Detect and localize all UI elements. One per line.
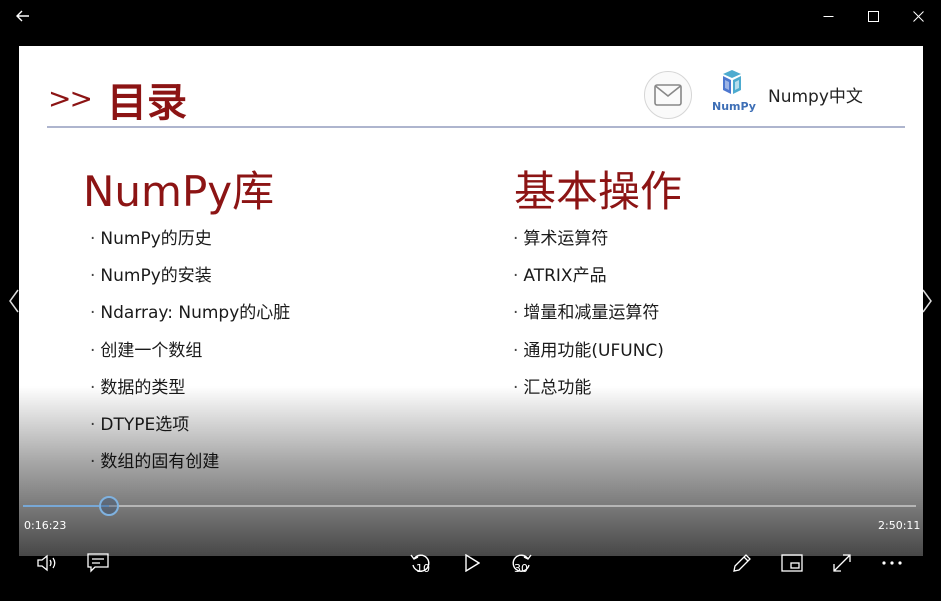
seek-bar-progress [23,505,109,507]
pen-icon [733,554,751,572]
video-area[interactable]: >> 目录 NumPy Numpy中文 NumPy库 NumPy的历史 NumP… [19,46,923,556]
list-item: 数组的固有创建 [90,447,290,484]
title-bar [0,0,941,32]
back-button[interactable] [0,0,46,32]
minimize-icon [823,15,833,17]
slide-title: 目录 [107,80,187,126]
list-item: NumPy的历史 [90,224,290,261]
minimize-button[interactable] [805,0,851,32]
subtitles-button[interactable] [82,549,114,577]
list-item: ATRIX产品 [513,261,664,298]
right-column-title: 基本操作 [514,167,683,216]
more-options-button[interactable] [876,549,908,577]
current-time: 0:16:23 [24,519,67,532]
play-button[interactable] [456,549,488,577]
fullscreen-button[interactable] [826,549,858,577]
play-icon [465,554,480,572]
left-column-list: NumPy的历史 NumPy的安装 Ndarray: Numpy的心脏 创建一个… [90,224,290,484]
header-divider [47,126,905,128]
slide: >> 目录 NumPy Numpy中文 NumPy库 NumPy的历史 NumP… [19,46,923,556]
chevron-right-icon [922,289,932,313]
more-icon [882,561,902,565]
seek-bar-thumb[interactable] [98,496,119,516]
list-item: 汇总功能 [513,373,664,410]
numpy-logo-text: NumPy [712,100,756,113]
volume-button[interactable] [32,549,64,577]
mini-view-icon [781,554,803,572]
skip-back-button[interactable]: 10 [405,549,437,577]
list-item: 增量和减量运算符 [513,298,664,335]
header-arrows: >> [48,82,93,115]
mini-view-button[interactable] [776,549,808,577]
seek-bar[interactable] [23,496,916,516]
right-column-list: 算术运算符 ATRIX产品 增量和减量运算符 通用功能(UFUNC) 汇总功能 [513,224,664,410]
brand-name: Numpy中文 [768,87,863,107]
close-icon [912,10,924,22]
left-column-title: NumPy库 [83,167,275,216]
list-item: DTYPE选项 [90,410,290,447]
list-item: 数据的类型 [90,373,290,410]
mail-icon [654,84,682,106]
edit-button[interactable] [726,549,758,577]
close-button[interactable] [895,0,941,32]
list-item: Ndarray: Numpy的心脏 [90,298,290,335]
total-time: 2:50:11 [878,519,921,532]
list-item: NumPy的安装 [90,261,290,298]
maximize-button[interactable] [850,0,896,32]
volume-icon [37,554,56,572]
skip-back-label: 10 [416,562,430,575]
list-item: 通用功能(UFUNC) [513,336,664,373]
list-item: 算术运算符 [513,224,664,261]
maximize-icon [867,10,879,22]
arrow-left-icon [16,10,29,22]
skip-forward-button[interactable]: 30 [505,549,537,577]
list-item: 创建一个数组 [90,336,290,373]
fullscreen-icon [833,554,851,572]
chevron-left-icon [9,289,19,313]
subtitles-icon [87,553,109,573]
skip-forward-label: 30 [514,562,528,575]
mail-badge [644,71,692,119]
